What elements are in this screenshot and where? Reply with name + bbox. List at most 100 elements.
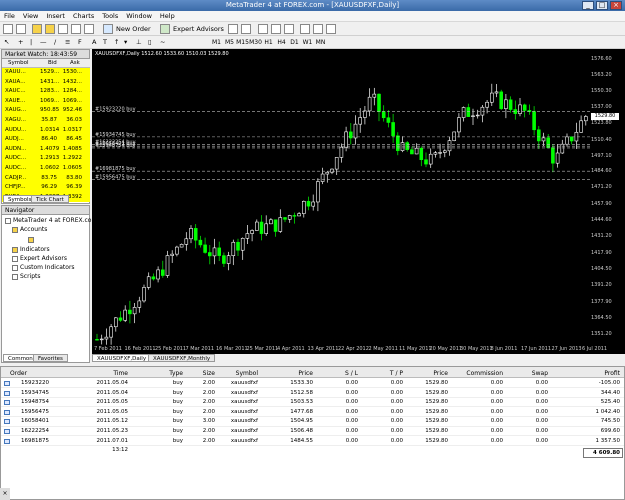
order-cell: 2.00 — [202, 389, 215, 396]
order-row[interactable]: 160584012011.05.12 04:13buy3.00xauusdfxf… — [1, 417, 624, 434]
order-cell: 0.00 — [390, 389, 403, 396]
candle-body — [480, 106, 485, 116]
candle-body — [391, 122, 395, 137]
candle-body — [367, 96, 372, 112]
order-row[interactable]: 16981875 2011.07.01 13:12 buy 2.00 xauusdfxf… — [1, 436, 624, 453]
candle-body — [137, 300, 142, 308]
order-cell: 15948754 — [21, 399, 49, 406]
time-tick: 20 May 2011 — [429, 346, 463, 352]
candle-body — [428, 153, 433, 165]
candle-body — [142, 287, 146, 302]
candle-body — [316, 181, 320, 203]
col-size-3[interactable]: Size — [175, 369, 215, 378]
candle-body — [583, 116, 588, 122]
col-time-1[interactable]: Time — [88, 369, 128, 378]
candle-body — [447, 140, 452, 152]
col-tp-7[interactable]: T / P — [363, 369, 403, 378]
col-commission-9[interactable]: Commission — [463, 369, 503, 378]
order-row[interactable]: 159232202011.05.04 05:05buy2.00xauusdfxf… — [1, 379, 624, 395]
candle-body — [330, 168, 334, 173]
order-cell: 0.00 — [345, 399, 358, 406]
terminal-side-handle[interactable]: × — [0, 488, 10, 500]
order-cell: xauusdfxf — [230, 437, 258, 444]
time-tick: 2 May 2011 — [368, 346, 398, 352]
col-profit-11[interactable]: Profit — [580, 369, 620, 378]
candle-body — [193, 228, 198, 241]
candle-body — [410, 149, 414, 155]
candle-body — [555, 152, 560, 164]
candle-body — [184, 238, 189, 245]
time-tick: 30 May 2011 — [460, 346, 493, 352]
price-tick: 1510.40 — [591, 136, 612, 143]
candle-body — [532, 111, 536, 131]
candle-body — [518, 104, 522, 114]
order-cell: 1529.80 — [425, 389, 448, 396]
candle-body — [226, 255, 231, 264]
candle-body — [203, 244, 207, 253]
order-cell: 1529.80 — [425, 418, 448, 425]
candle-body — [114, 317, 118, 328]
candle-body — [278, 217, 283, 232]
order-cell: 1484.55 — [290, 437, 313, 444]
price-tick: 1431.20 — [591, 233, 612, 240]
order-cell: 1 042.40 — [595, 408, 621, 415]
candle-body — [522, 104, 527, 111]
candle-body — [123, 309, 127, 321]
candle-body — [292, 215, 297, 217]
order-cell: 2.00 — [202, 437, 215, 444]
order-cell: 0.00 — [390, 399, 403, 406]
candle-body — [161, 269, 165, 276]
time-tick: 25 Mar 2011 — [246, 346, 279, 352]
order-cell: 0.00 — [345, 437, 358, 444]
order-cell: 0.00 — [390, 408, 403, 415]
order-cell: 0.00 — [490, 380, 503, 386]
price-tick: 1497.10 — [591, 152, 612, 159]
candle-body — [99, 338, 104, 341]
order-cell: 0.00 — [535, 437, 548, 444]
col-swap-10[interactable]: Swap — [508, 369, 548, 378]
col-order-0[interactable]: Order — [10, 369, 27, 378]
candle-body — [489, 92, 494, 103]
order-icon — [4, 419, 10, 425]
time-tick: 25 Feb 2011 — [155, 346, 187, 352]
candle-body — [259, 221, 264, 234]
candle-body — [353, 123, 358, 139]
candle-body — [301, 201, 306, 214]
candle-body — [457, 117, 461, 133]
order-line-label: #15934745 buy — [95, 132, 136, 138]
candle-body — [212, 247, 217, 257]
order-cell: 745.50 — [600, 418, 620, 425]
col-price-5[interactable]: Price — [273, 369, 313, 378]
order-cell: 1504.95 — [290, 418, 313, 425]
time-tick: 8 Jun 2011 — [490, 346, 518, 352]
price-tick: 1404.50 — [591, 266, 612, 273]
candle-body — [208, 252, 212, 257]
candle-body — [494, 91, 499, 94]
tab-chart-monthly[interactable]: XAUUSDFXF,Monthly — [148, 354, 216, 362]
order-cell: 15956475 — [21, 408, 49, 415]
order-row[interactable]: 159347452011.05.04 16:39buy2.00xauusdfxf… — [1, 388, 624, 405]
order-cell: 0.00 — [345, 408, 358, 415]
col-symbol-4[interactable]: Symbol — [218, 369, 258, 378]
candle-body — [485, 101, 489, 108]
time-tick: 16 Mar 2011 — [216, 346, 248, 352]
order-row[interactable]: 162222542011.05.23 07:39buy2.00xauusdfxf… — [1, 427, 624, 443]
candle-body — [165, 255, 170, 276]
candle-body — [222, 255, 226, 264]
order-cell: 0.00 — [345, 380, 358, 386]
order-line-label: #16058401 buy — [95, 141, 136, 147]
order-cell: 0.00 — [490, 389, 503, 396]
order-row[interactable]: 159564752011.05.05 17:51buy2.00xauusdfxf… — [1, 407, 624, 424]
order-icon — [4, 429, 10, 434]
order-row[interactable]: 159487542011.05.05 11:52buy2.00xauusdfxf… — [1, 398, 624, 414]
order-cell: 3.00 — [202, 418, 215, 425]
col-sl-6[interactable]: S / L — [318, 369, 358, 378]
candle-body — [438, 152, 442, 154]
order-cell: 1533.30 — [290, 380, 313, 386]
tab-chart-daily[interactable]: XAUUSDFXF,Daily — [92, 354, 152, 362]
candle-body — [269, 219, 273, 225]
order-cell: 1529.80 — [425, 428, 448, 434]
price-tick: 1471.20 — [591, 184, 612, 191]
col-price-8[interactable]: Price — [408, 369, 448, 378]
order-cell: 1506.48 — [290, 428, 313, 434]
